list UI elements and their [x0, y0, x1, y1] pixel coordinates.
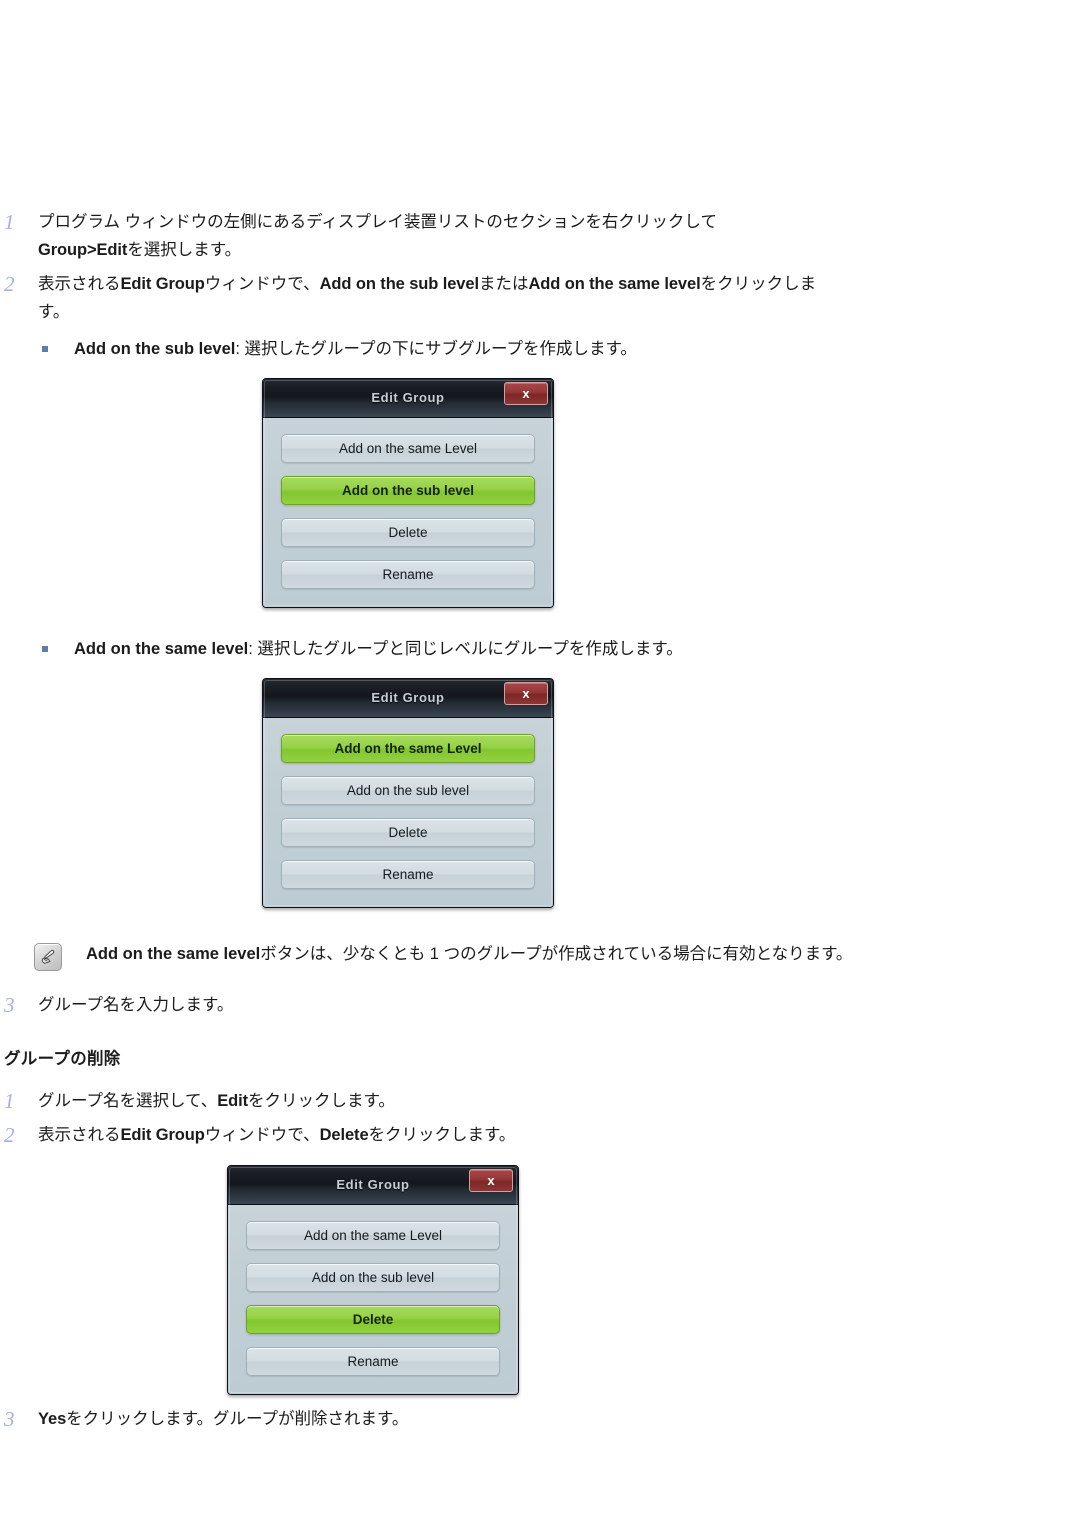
close-icon[interactable]: x	[504, 682, 548, 705]
button-add-same-level[interactable]: Add on the same Level	[281, 434, 535, 463]
step-text: グループ名を選択して、Editをクリックします。	[38, 1087, 828, 1115]
step-d1-edit: Edit	[217, 1092, 248, 1110]
step-d2-pre: 表示される	[38, 1126, 121, 1144]
bullet-label: Add on the same level	[74, 640, 249, 658]
manual-page: 1 プログラム ウィンドウの左側にあるディスプレイ装置リストのセクションを右クリ…	[0, 0, 1080, 1527]
step-delete-1: 1 グループ名を選択して、Editをクリックします。	[0, 1087, 1080, 1115]
note-bold-label: Add on the same level	[86, 945, 261, 963]
button-rename[interactable]: Rename	[281, 560, 535, 589]
dialog-sub-level: Edit Group x Add on the same Level Add o…	[262, 378, 554, 608]
bullet-marker-icon	[40, 336, 74, 352]
note-callout: Add on the same levelボタンは、少なくとも 1 つのグループ…	[0, 940, 1080, 971]
bullet-desc: : 選択したグループの下にサブグループを作成します。	[235, 340, 637, 358]
step-create-1: 1 プログラム ウィンドウの左側にあるディスプレイ装置リストのセクションを右クリ…	[0, 208, 1080, 264]
step-2-mid2: または	[478, 275, 529, 293]
button-delete[interactable]: Delete	[281, 518, 535, 547]
dialog-same-level: Edit Group x Add on the same Level Add o…	[262, 678, 554, 908]
bullet-label: Add on the sub level	[74, 340, 236, 358]
step-delete-3: 3 Yesをクリックします。グループが削除されます。	[0, 1405, 1080, 1433]
button-add-sub-level[interactable]: Add on the sub level	[246, 1263, 500, 1292]
button-rename[interactable]: Rename	[246, 1347, 500, 1376]
step-2-option-same: Add on the same level	[528, 275, 701, 293]
dialog-titlebar: Edit Group x	[263, 379, 553, 418]
button-add-sub-level[interactable]: Add on the sub level	[281, 476, 535, 505]
step-number: 3	[4, 993, 15, 1017]
note-text: Add on the same levelボタンは、少なくとも 1 つのグループ…	[86, 940, 856, 968]
bullet-marker-icon	[40, 636, 74, 652]
step-number: 3	[4, 1407, 15, 1431]
step-text: プログラム ウィンドウの左側にあるディスプレイ装置リストのセクションを右クリック…	[38, 208, 828, 264]
button-add-same-level[interactable]: Add on the same Level	[281, 734, 535, 763]
button-rename[interactable]: Rename	[281, 860, 535, 889]
dialog-container-delete: Edit Group x Add on the same Level Add o…	[0, 1165, 1080, 1395]
step-2-mid1: ウィンドウで、	[204, 275, 320, 293]
bullet-same-level: Add on the same level: 選択したグループと同じレベルにグル…	[0, 636, 1080, 662]
step-1-menu-path: Group>Edit	[38, 241, 128, 259]
step-1-line1: プログラム ウィンドウの左側にあるディスプレイ装置リストのセクションを右クリック…	[38, 213, 717, 231]
dialog-titlebar: Edit Group x	[228, 1166, 518, 1205]
step-d1-post: をクリックします。	[247, 1092, 395, 1110]
close-icon[interactable]: x	[469, 1169, 513, 1192]
step-d3-post: をクリックします。グループが削除されます。	[66, 1410, 409, 1428]
dialog-container-same-level: Edit Group x Add on the same Level Add o…	[0, 678, 1080, 908]
note-body: ボタンは、少なくとも 1 つのグループが作成されている場合に有効となります。	[260, 945, 853, 963]
step-d1-pre: グループ名を選択して、	[38, 1092, 218, 1110]
button-delete[interactable]: Delete	[246, 1305, 500, 1334]
button-delete[interactable]: Delete	[281, 818, 535, 847]
button-add-sub-level[interactable]: Add on the sub level	[281, 776, 535, 805]
step-2-dialog-name: Edit Group	[120, 275, 205, 293]
step-d2-delete: Delete	[319, 1126, 369, 1144]
step-delete-2: 2 表示されるEdit Groupウィンドウで、Deleteをクリックします。	[0, 1121, 1080, 1149]
dialog-body: Add on the same Level Add on the sub lev…	[263, 418, 553, 607]
dialog-body: Add on the same Level Add on the sub lev…	[228, 1205, 518, 1394]
dialog-body: Add on the same Level Add on the sub lev…	[263, 718, 553, 907]
step-create-3: 3 グループ名を入力します。	[0, 991, 1080, 1019]
step-text: グループ名を入力します。	[38, 996, 234, 1014]
step-number: 2	[4, 1123, 15, 1147]
step-number: 1	[4, 1089, 15, 1113]
dialog-delete: Edit Group x Add on the same Level Add o…	[227, 1165, 519, 1395]
step-number: 1	[4, 210, 15, 234]
note-pencil-icon	[34, 940, 86, 971]
step-d2-post: をクリックします。	[368, 1126, 516, 1144]
section-heading-delete-group: グループの削除	[4, 1050, 121, 1068]
step-d2-dialog-name: Edit Group	[120, 1126, 205, 1144]
step-d3-yes: Yes	[38, 1410, 67, 1428]
bullet-desc: : 選択したグループと同じレベルにグループを作成します。	[248, 640, 683, 658]
bullet-sub-level: Add on the sub level: 選択したグループの下にサブグループを…	[0, 336, 1080, 362]
step-d2-mid: ウィンドウで、	[204, 1126, 320, 1144]
dialog-titlebar: Edit Group x	[263, 679, 553, 718]
step-1-line2-tail: を選択します。	[127, 241, 242, 259]
step-text: 表示されるEdit Groupウィンドウで、Add on the sub lev…	[38, 270, 828, 326]
step-text: Yesをクリックします。グループが削除されます。	[38, 1405, 828, 1433]
step-2-option-sub: Add on the sub level	[319, 275, 479, 293]
dialog-container-sub-level: Edit Group x Add on the same Level Add o…	[0, 378, 1080, 608]
close-icon[interactable]: x	[504, 382, 548, 405]
step-text: 表示されるEdit Groupウィンドウで、Deleteをクリックします。	[38, 1121, 828, 1149]
step-number: 2	[4, 272, 15, 296]
step-create-2: 2 表示されるEdit Groupウィンドウで、Add on the sub l…	[0, 270, 1080, 326]
button-add-same-level[interactable]: Add on the same Level	[246, 1221, 500, 1250]
bullet-text: Add on the sub level: 選択したグループの下にサブグループを…	[74, 336, 1080, 362]
bullet-text: Add on the same level: 選択したグループと同じレベルにグル…	[74, 636, 1080, 662]
step-2-pre: 表示される	[38, 275, 121, 293]
